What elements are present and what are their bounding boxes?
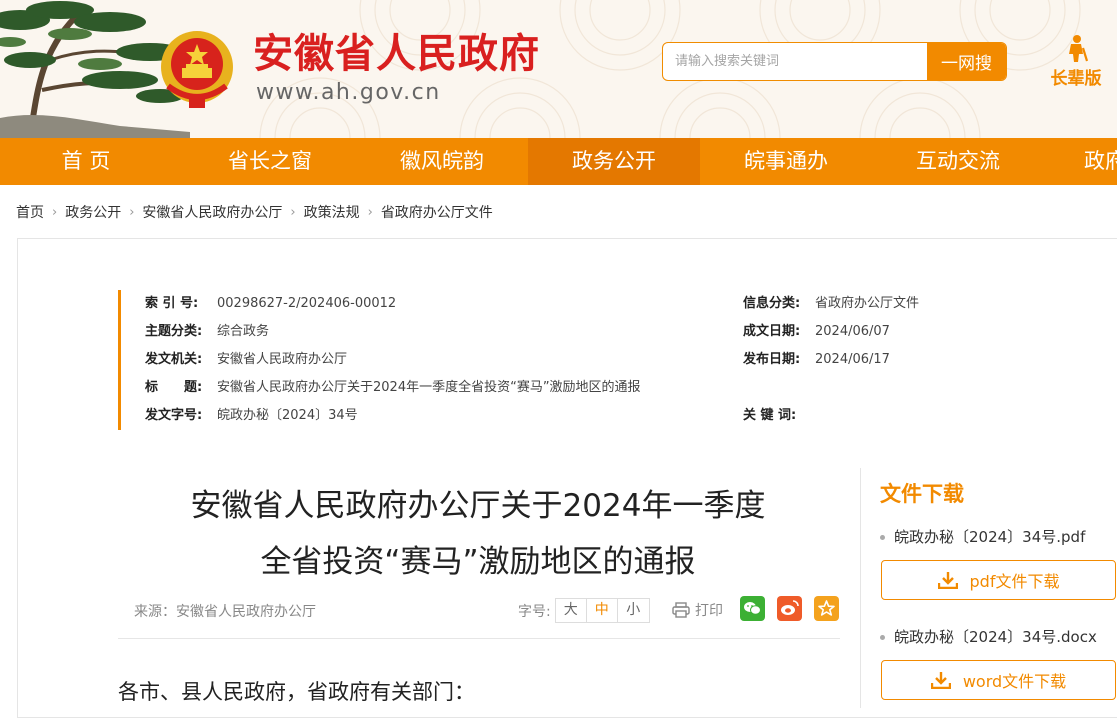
article-source: 来源：安徽省人民政府办公厅 xyxy=(134,604,316,620)
font-size-medium-button[interactable]: 中 xyxy=(587,599,618,622)
search-button[interactable]: 一网搜 xyxy=(927,43,1006,80)
site-domain: www.ah.gov.cn xyxy=(256,80,441,105)
breadcrumb-policy[interactable]: 政策法规 xyxy=(304,202,360,222)
favorite-button[interactable] xyxy=(814,596,839,621)
share-wechat-button[interactable] xyxy=(740,596,765,621)
star-icon xyxy=(818,600,835,616)
national-emblem-icon xyxy=(161,31,233,108)
nav-item-government[interactable]: 政府 xyxy=(1044,138,1117,185)
font-size-small-button[interactable]: 小 xyxy=(618,599,649,622)
meta-doc-no: 发文字号: 皖政办秘〔2024〕34号 xyxy=(145,408,358,424)
printer-icon xyxy=(672,602,690,618)
share-weibo-button[interactable] xyxy=(777,596,802,621)
site-title[interactable]: 安徽省人民政府 xyxy=(253,34,540,74)
meta-value: 综合政务 xyxy=(217,324,270,339)
document-title-line: 安徽省人民政府办公厅关于2024年一季度 xyxy=(190,488,766,524)
meta-label: 标 题: xyxy=(145,380,203,395)
breadcrumb-gov-affairs[interactable]: 政务公开 xyxy=(65,202,121,222)
breadcrumb-general-office[interactable]: 安徽省人民政府办公厅 xyxy=(142,202,282,222)
nav-item-gov-affairs[interactable]: 政务公开 xyxy=(528,138,700,185)
sidebar-divider xyxy=(860,468,861,708)
font-size-group: 大 中 小 xyxy=(554,598,650,623)
toolbar-divider xyxy=(118,638,840,639)
pdf-download-button[interactable]: pdf文件下载 xyxy=(881,560,1116,600)
document-title: 安徽省人民政府办公厅关于2024年一季度 全省投资“赛马”激励地区的通报 xyxy=(118,478,838,590)
meta-value: 2024/06/07 xyxy=(815,324,890,339)
meta-written-date: 成文日期: 2024/06/07 xyxy=(743,324,890,340)
chevron-right-icon: › xyxy=(52,204,58,220)
download-file-name: 皖政办秘〔2024〕34号.docx xyxy=(880,626,1097,647)
search-input[interactable] xyxy=(663,43,928,80)
meta-value: 安徽省人民政府办公厅关于2024年一季度全省投资“赛马”激励地区的通报 xyxy=(217,380,641,395)
nav-item-services[interactable]: 皖事通办 xyxy=(700,138,872,185)
document-title-line: 全省投资“赛马”激励地区的通报 xyxy=(260,544,696,580)
site-header: 安徽省人民政府 www.ah.gov.cn 一网搜 长辈版 xyxy=(0,0,1117,138)
search-box: 一网搜 xyxy=(662,42,1007,81)
meta-issuer: 发文机关: 安徽省人民政府办公厅 xyxy=(145,352,347,368)
bullet-icon xyxy=(880,535,885,540)
download-icon xyxy=(937,572,958,589)
article-toolbar: 来源：安徽省人民政府办公厅 字号: 大 中 小 打印 xyxy=(118,594,840,624)
meta-label: 发布日期: xyxy=(743,352,801,367)
breadcrumb: 首页 › 政务公开 › 安徽省人民政府办公厅 › 政策法规 › 省政府办公厅文件 xyxy=(16,202,493,222)
meta-title: 标 题: 安徽省人民政府办公厅关于2024年一季度全省投资“赛马”激励地区的通报 xyxy=(145,380,641,396)
download-icon xyxy=(930,672,951,689)
meta-value: 2024/06/17 xyxy=(815,352,890,367)
nav-item-home[interactable]: 首 页 xyxy=(0,138,172,185)
breadcrumb-home[interactable]: 首页 xyxy=(16,202,44,222)
nav-item-governor[interactable]: 省长之窗 xyxy=(184,138,356,185)
main-nav: 首 页 省长之窗 徽风皖韵 政务公开 皖事通办 互动交流 政府 xyxy=(0,138,1117,185)
file-name-text: 皖政办秘〔2024〕34号.docx xyxy=(894,628,1097,646)
elder-version-toggle[interactable]: 长辈版 xyxy=(1046,34,1106,89)
meta-value: 00298627-2/202406-00012 xyxy=(217,296,397,311)
chevron-right-icon: › xyxy=(367,204,373,220)
meta-label: 主题分类: xyxy=(145,324,203,339)
font-size-large-button[interactable]: 大 xyxy=(556,599,587,622)
meta-keywords: 关 键 词: xyxy=(743,408,815,424)
weibo-icon xyxy=(781,600,799,615)
meta-label: 发文机关: xyxy=(145,352,203,367)
meta-index-no: 索 引 号: 00298627-2/202406-00012 xyxy=(145,296,396,312)
elder-person-icon xyxy=(1069,35,1089,62)
chevron-right-icon: › xyxy=(290,204,296,220)
meta-label: 成文日期: xyxy=(743,324,801,339)
download-file-name: 皖政办秘〔2024〕34号.pdf xyxy=(880,526,1085,547)
meta-label: 发文字号: xyxy=(145,408,203,423)
meta-published-date: 发布日期: 2024/06/17 xyxy=(743,352,890,368)
downloads-title: 文件下载 xyxy=(880,482,964,506)
breadcrumb-office-docs[interactable]: 省政府办公厅文件 xyxy=(381,202,493,222)
meta-label: 索 引 号: xyxy=(145,296,199,311)
document-greeting: 各市、县人民政府，省政府有关部门： xyxy=(118,680,475,704)
meta-category: 信息分类: 省政府办公厅文件 xyxy=(743,296,919,312)
file-name-text: 皖政办秘〔2024〕34号.pdf xyxy=(894,528,1086,546)
pdf-download-label: pdf文件下载 xyxy=(969,572,1060,591)
meta-label: 信息分类: xyxy=(743,296,801,311)
word-download-label: word文件下载 xyxy=(962,672,1067,691)
font-size-label: 字号: xyxy=(518,603,551,620)
meta-label: 关 键 词: xyxy=(743,408,797,423)
meta-value: 安徽省人民政府办公厅 xyxy=(217,352,348,367)
print-label: 打印 xyxy=(695,603,723,619)
meta-value: 省政府办公厅文件 xyxy=(815,296,920,311)
wechat-icon xyxy=(744,602,761,615)
nav-item-culture[interactable]: 徽风皖韵 xyxy=(356,138,528,185)
elder-version-label: 长辈版 xyxy=(1050,69,1102,89)
word-download-button[interactable]: word文件下载 xyxy=(881,660,1116,700)
font-size-control: 字号: 大 中 小 xyxy=(518,598,650,623)
meta-topic: 主题分类: 综合政务 xyxy=(145,324,269,340)
bullet-icon xyxy=(880,635,885,640)
print-button[interactable]: 打印 xyxy=(672,600,723,620)
meta-value: 皖政办秘〔2024〕34号 xyxy=(217,408,358,423)
nav-item-interaction[interactable]: 互动交流 xyxy=(872,138,1044,185)
document-metadata: 索 引 号: 00298627-2/202406-00012 主题分类: 综合政务 … xyxy=(118,290,938,430)
chevron-right-icon: › xyxy=(129,204,135,220)
